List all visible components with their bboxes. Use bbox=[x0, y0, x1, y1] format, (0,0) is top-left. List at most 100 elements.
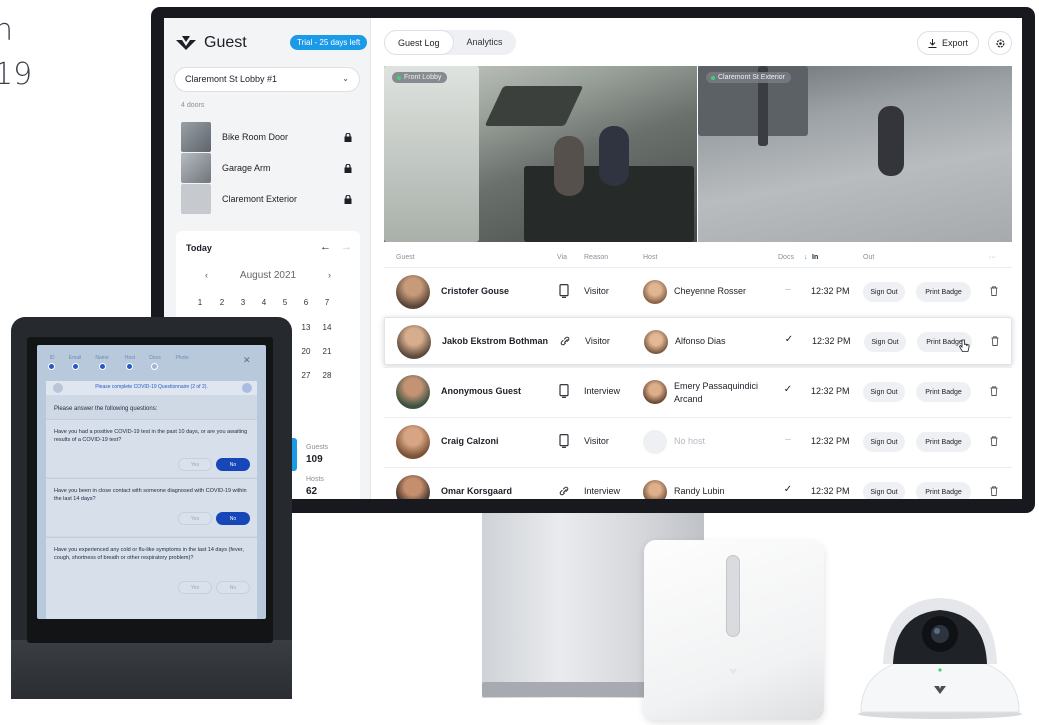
calendar-day[interactable]: 2 bbox=[212, 298, 232, 307]
more-icon[interactable]: ··· bbox=[989, 254, 996, 261]
guest-name: Cristofer Gouse bbox=[441, 286, 510, 296]
host-name: Emery Passaquindici Arcand bbox=[674, 381, 759, 404]
sort-down-icon[interactable]: ↓ bbox=[804, 254, 808, 261]
hosts-count: 62 bbox=[306, 486, 318, 497]
calendar-day[interactable]: 20 bbox=[296, 347, 316, 356]
chevron-down-icon: ⌄ bbox=[342, 74, 349, 83]
column-reason[interactable]: Reason bbox=[584, 254, 608, 261]
sign-out-button[interactable]: Sign Out bbox=[863, 282, 905, 302]
column-via[interactable]: Via bbox=[557, 254, 567, 261]
person-figure bbox=[878, 106, 904, 176]
arrow-right-icon[interactable]: → bbox=[341, 241, 352, 253]
calendar-day[interactable]: 5 bbox=[275, 298, 295, 307]
next-button[interactable] bbox=[242, 383, 252, 393]
no-button[interactable]: No bbox=[216, 581, 250, 594]
docs-status: – bbox=[785, 434, 791, 445]
calendar-day[interactable]: 28 bbox=[317, 371, 337, 380]
person-figure bbox=[554, 136, 584, 196]
export-button[interactable]: Export bbox=[917, 31, 979, 55]
host-avatar bbox=[643, 480, 667, 499]
no-button[interactable]: No bbox=[216, 458, 250, 471]
table-row[interactable]: Anonymous Guest Interview Emery Passaqui… bbox=[384, 367, 1012, 415]
print-badge-button[interactable]: Print Badge bbox=[916, 382, 971, 402]
table-row[interactable]: Jakob Ekstrom Bothman Visitor Alfonso Di… bbox=[384, 317, 1012, 365]
lock-icon[interactable] bbox=[344, 132, 352, 142]
trash-icon[interactable] bbox=[990, 286, 998, 296]
calendar-nav: ← → bbox=[310, 241, 352, 253]
camera-feed-exterior[interactable]: Claremont St Exterior bbox=[698, 66, 1012, 242]
camera-label-text: Claremont St Exterior bbox=[718, 74, 785, 81]
calendar-day[interactable]: 27 bbox=[296, 371, 316, 380]
calendar-day[interactable]: 14 bbox=[317, 323, 337, 332]
sign-out-button[interactable]: Sign Out bbox=[863, 432, 905, 452]
sign-out-button[interactable]: Sign Out bbox=[864, 332, 906, 352]
guest-avatar bbox=[396, 475, 430, 499]
sign-out-button[interactable]: Sign Out bbox=[863, 382, 905, 402]
door-item[interactable]: Garage Arm bbox=[181, 153, 361, 183]
print-badge-button[interactable]: Print Badge bbox=[916, 482, 971, 499]
yes-button[interactable]: Yes bbox=[178, 581, 212, 594]
yes-button[interactable]: Yes bbox=[178, 512, 212, 525]
print-badge-button[interactable]: Print Badge bbox=[916, 432, 971, 452]
door-item[interactable]: Bike Room Door bbox=[181, 122, 361, 152]
calendar-day[interactable]: 13 bbox=[296, 323, 316, 332]
calendar-day[interactable]: 7 bbox=[317, 298, 337, 307]
door-item[interactable]: Claremont Exterior bbox=[181, 184, 361, 214]
trash-icon[interactable] bbox=[990, 386, 998, 396]
site-select[interactable]: Claremont St Lobby #1 ⌄ bbox=[174, 67, 360, 92]
guest-name: Anonymous Guest bbox=[441, 386, 522, 396]
link-icon bbox=[559, 486, 569, 496]
close-icon[interactable]: ✕ bbox=[243, 355, 251, 366]
app-screen: Guest Trial - 25 days left Claremont St … bbox=[164, 18, 1022, 499]
arrow-left-icon[interactable]: ← bbox=[320, 241, 331, 253]
chevron-right-icon[interactable]: › bbox=[328, 270, 331, 280]
docs-status: – bbox=[785, 284, 791, 295]
lobby-mat bbox=[484, 86, 584, 126]
live-dot-icon bbox=[711, 76, 715, 80]
question-text: Have you had a positive COVID-19 test in… bbox=[54, 429, 248, 443]
calendar-day[interactable]: 6 bbox=[296, 298, 316, 307]
column-out[interactable]: Out bbox=[863, 254, 874, 261]
tab-guest-log[interactable]: Guest Log bbox=[384, 30, 454, 55]
camera-feed-front-lobby[interactable]: Front Lobby bbox=[384, 66, 697, 242]
calendar-day[interactable]: 21 bbox=[317, 347, 337, 356]
camera-label-text: Front Lobby bbox=[404, 74, 442, 81]
table-row[interactable]: Cristofer Gouse Visitor Cheyenne Rosser … bbox=[384, 267, 1012, 315]
export-label: Export bbox=[941, 38, 968, 48]
kiosk-stand bbox=[11, 640, 292, 699]
pointer-cursor-icon bbox=[958, 339, 970, 352]
table-row[interactable]: Craig Calzoni Visitor No host – 12:32 PM… bbox=[384, 417, 1012, 465]
trial-badge[interactable]: Trial - 25 days left bbox=[290, 35, 368, 50]
lock-icon[interactable] bbox=[344, 163, 352, 173]
yes-button[interactable]: Yes bbox=[178, 458, 212, 471]
column-guest[interactable]: Guest bbox=[396, 254, 415, 261]
trash-icon[interactable] bbox=[991, 336, 999, 346]
sign-in-time: 12:32 PM bbox=[811, 436, 850, 446]
download-icon bbox=[928, 38, 937, 48]
trash-icon[interactable] bbox=[990, 436, 998, 446]
tab-analytics[interactable]: Analytics bbox=[454, 30, 516, 55]
guest-avatar bbox=[396, 425, 430, 459]
sign-out-button[interactable]: Sign Out bbox=[863, 482, 905, 499]
kiosk-step-label: Docs bbox=[149, 355, 161, 361]
app-logo[interactable]: Guest bbox=[176, 34, 247, 52]
kiosk-step-label: Photo bbox=[175, 355, 189, 361]
no-button[interactable]: No bbox=[216, 512, 250, 525]
verkada-logo-icon bbox=[176, 36, 196, 50]
kiosk-step-label: Host bbox=[124, 355, 136, 361]
lock-icon[interactable] bbox=[344, 194, 352, 204]
column-host[interactable]: Host bbox=[643, 254, 657, 261]
calendar-day[interactable]: 3 bbox=[233, 298, 253, 307]
column-docs[interactable]: Docs bbox=[778, 254, 794, 261]
visit-reason: Visitor bbox=[584, 436, 609, 446]
trash-icon[interactable] bbox=[990, 486, 998, 496]
calendar-day[interactable]: 1 bbox=[190, 298, 210, 307]
calendar-day[interactable]: 4 bbox=[254, 298, 274, 307]
table-row[interactable]: Omar Korsgaard Interview Randy Lubin ✓ 1… bbox=[384, 467, 1012, 499]
question-text: Have you experienced any cold or flu-lik… bbox=[54, 547, 244, 561]
print-badge-button[interactable]: Print Badge bbox=[916, 282, 971, 302]
column-in[interactable]: In bbox=[812, 254, 818, 261]
settings-button[interactable] bbox=[988, 31, 1012, 55]
camera-label: Claremont St Exterior bbox=[706, 72, 791, 83]
question-card: Have you been in close contact with some… bbox=[46, 478, 257, 536]
